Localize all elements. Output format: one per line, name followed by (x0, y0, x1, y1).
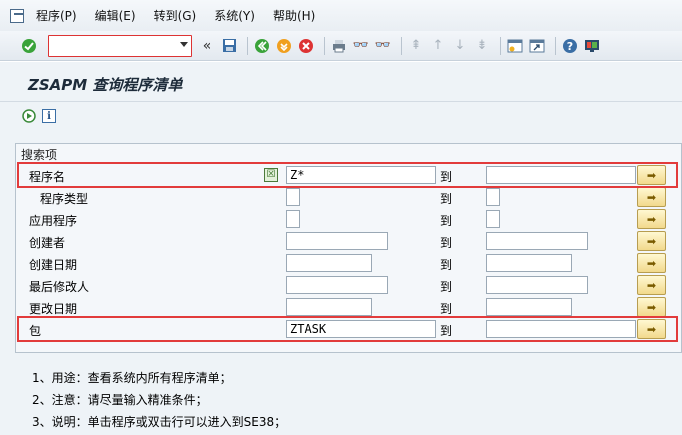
arrow-right-icon: ➡ (646, 256, 657, 270)
svg-text:?: ? (567, 40, 573, 53)
menu-help[interactable]: 帮助(H) (273, 7, 315, 24)
multiple-selection-button[interactable]: ➡ (637, 253, 666, 273)
info-icon[interactable]: i (42, 109, 56, 123)
cancel-icon[interactable] (297, 37, 315, 55)
application-from-field[interactable] (286, 210, 300, 228)
toolbar-divider (247, 36, 248, 55)
last-changed-by-to-field[interactable] (486, 276, 588, 294)
arrow-right-icon: ➡ (646, 234, 657, 248)
to-label: 到 (440, 192, 453, 206)
row-label: 更改日期 (29, 302, 78, 316)
notes-section: 1、用途：查看系统内所有程序清单； 2、注意：请尽量输入精准条件； 3、说明：单… (32, 367, 286, 433)
row-label: 创建日期 (29, 258, 78, 272)
menu-edit[interactable]: 编辑(E) (95, 7, 136, 24)
created-date-from-field[interactable] (286, 254, 372, 272)
program-type-from-field[interactable] (286, 188, 300, 206)
customize-layout-icon[interactable] (583, 37, 601, 55)
page-title: ZSAPM 查询程序清单 (28, 76, 183, 94)
arrow-right-icon: ➡ (646, 300, 657, 314)
criteria-row-created-date: 创建日期 到 ➡ (16, 252, 682, 274)
created-by-from-field[interactable] (286, 232, 388, 250)
row-label: 创建者 (29, 236, 66, 250)
note-line: 3、说明：单击程序或双击行可以进入到SE38； (32, 415, 287, 429)
criteria-row-created-by: 创建者 到 ➡ (16, 230, 682, 252)
last-page-icon[interactable]: ⇟ (473, 37, 491, 55)
arrow-right-icon: ➡ (646, 190, 657, 204)
to-label: 到 (440, 236, 453, 250)
highlight-box-program-name (17, 162, 678, 188)
find-next-icon[interactable]: 👓 (374, 37, 392, 55)
exit-icon[interactable] (275, 37, 293, 55)
multiple-selection-button[interactable]: ➡ (637, 297, 666, 317)
enter-checkmark-icon[interactable] (20, 37, 38, 55)
arrow-right-icon: ➡ (646, 212, 657, 226)
next-page-icon[interactable]: ↓ (451, 37, 469, 55)
to-label: 到 (440, 214, 453, 228)
criteria-row-application: 应用程序 到 ➡ (16, 208, 682, 230)
selection-screen: 搜索项 程序名 ☒ Z* 到 ➡ 程序类型 到 ➡ 应用程序 到 ➡ 创建者 到… (0, 130, 682, 435)
note-line: 2、注意：请尽量输入精准条件； (32, 393, 208, 407)
row-label: 应用程序 (29, 214, 78, 228)
help-icon[interactable]: ? (561, 37, 579, 55)
application-to-field[interactable] (486, 210, 500, 228)
print-icon[interactable] (330, 37, 348, 55)
arrow-right-icon: ➡ (646, 278, 657, 292)
multiple-selection-button[interactable]: ➡ (637, 231, 666, 251)
created-by-to-field[interactable] (486, 232, 588, 250)
generate-shortcut-icon[interactable] (528, 37, 546, 55)
to-label: 到 (440, 280, 453, 294)
find-icon[interactable]: 👓 (352, 37, 370, 55)
system-menu-icon[interactable] (10, 8, 24, 23)
multiple-selection-button[interactable]: ➡ (637, 187, 666, 207)
criteria-row-program-type: 程序类型 到 ➡ (16, 186, 682, 208)
back-icon[interactable] (253, 37, 271, 55)
menu-bar: 程序(P) 编辑(E) 转到(G) 系统(Y) 帮助(H) (0, 0, 682, 31)
previous-page-icon[interactable]: ↑ (429, 37, 447, 55)
program-type-to-field[interactable] (486, 188, 500, 206)
multiple-selection-button[interactable]: ➡ (637, 275, 666, 295)
criteria-row-last-changed-by: 最后修改人 到 ➡ (16, 274, 682, 296)
highlight-box-package (17, 316, 678, 342)
create-session-icon[interactable] (506, 37, 524, 55)
menu-system[interactable]: 系统(Y) (214, 7, 255, 24)
note-line: 1、用途：查看系统内所有程序清单； (32, 371, 232, 385)
menu-goto[interactable]: 转到(G) (154, 7, 197, 24)
to-label: 到 (440, 258, 453, 272)
toolbar-divider (324, 36, 325, 55)
changed-date-to-field[interactable] (486, 298, 572, 316)
criteria-row-changed-date: 更改日期 到 ➡ (16, 296, 682, 318)
first-page-icon[interactable]: ⇞ (407, 37, 425, 55)
save-icon[interactable] (220, 37, 238, 55)
menu-program[interactable]: 程序(P) (36, 7, 77, 24)
last-changed-by-from-field[interactable] (286, 276, 388, 294)
execute-icon[interactable] (22, 109, 36, 123)
title-bar: ZSAPM 查询程序清单 (0, 62, 682, 102)
changed-date-from-field[interactable] (286, 298, 372, 316)
row-label: 程序类型 (40, 192, 89, 206)
row-label: 最后修改人 (29, 280, 90, 294)
toolbar-divider (555, 36, 556, 55)
standard-toolbar: « 👓 👓 ⇞ ↑ ↓ ⇟ ? (0, 31, 682, 61)
toolbar-divider (401, 36, 402, 55)
multiple-selection-button[interactable]: ➡ (637, 209, 666, 229)
application-toolbar: i (0, 102, 682, 130)
created-date-to-field[interactable] (486, 254, 572, 272)
command-input[interactable] (51, 36, 173, 55)
command-field[interactable] (48, 34, 192, 57)
collapse-double-arrow-icon[interactable]: « (198, 37, 216, 55)
to-label: 到 (440, 302, 453, 316)
group-title: 搜索项 (21, 148, 58, 162)
chevron-down-icon[interactable] (180, 41, 188, 47)
toolbar-divider (500, 36, 501, 55)
